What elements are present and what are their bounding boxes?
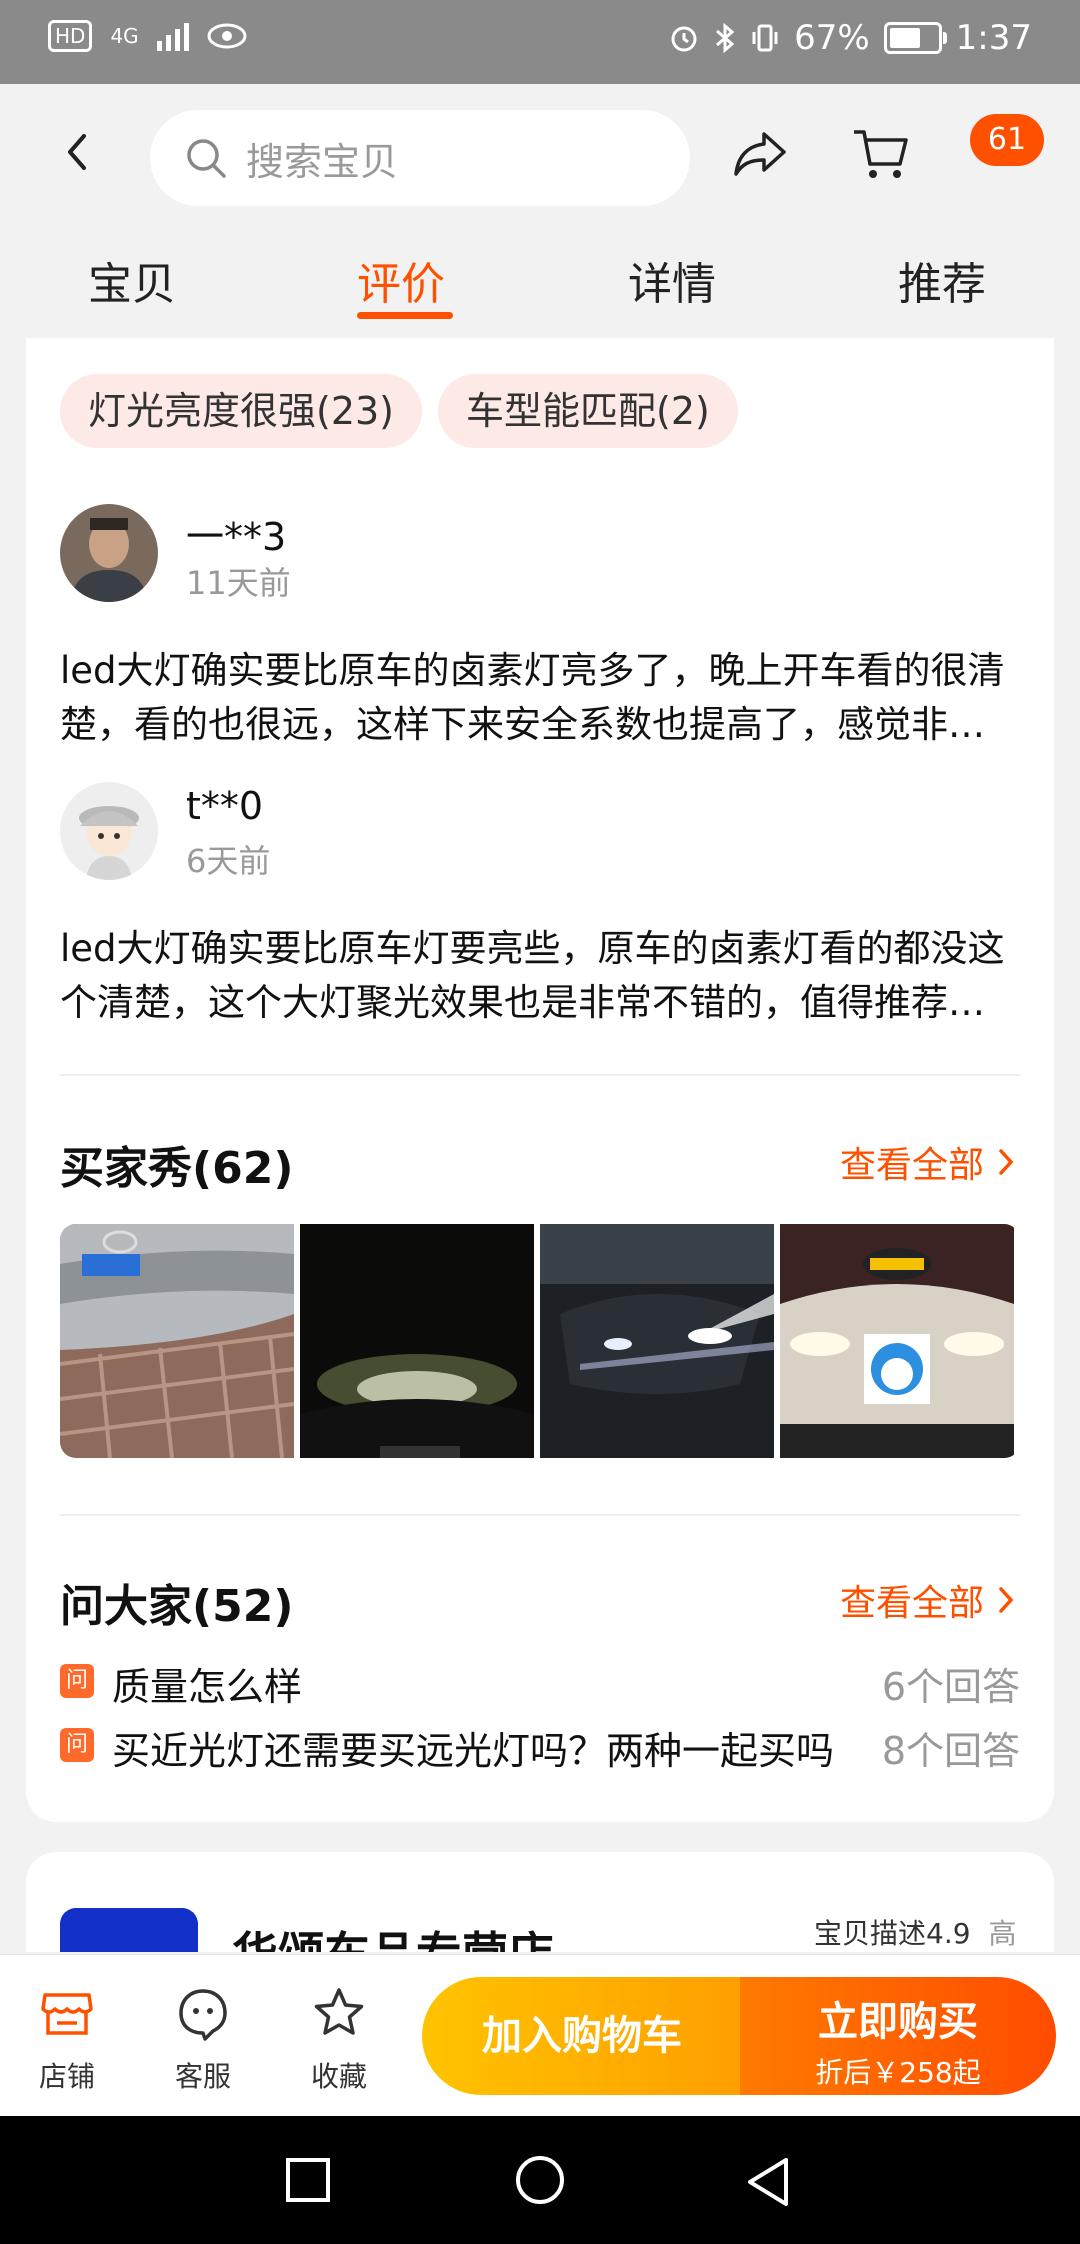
ask-title: 问大家(52) — [60, 1581, 294, 1632]
eye-icon — [207, 23, 247, 49]
favorite-button[interactable]: 收藏 — [294, 1985, 384, 2095]
network-label: 4G — [110, 24, 139, 48]
review-tag[interactable]: 车型能匹配(2) — [438, 374, 738, 448]
reviewer-name: t**0 — [186, 784, 264, 828]
shop-score-label: 宝贝描述4.9 — [814, 1917, 971, 1950]
hd-icon: HD — [48, 20, 93, 52]
share-icon[interactable] — [730, 124, 790, 184]
review-time: 6天前 — [186, 842, 271, 880]
cart-icon[interactable] — [850, 124, 910, 184]
shop-score: 宝贝描述4.9 高 — [814, 1912, 1017, 1952]
review-item[interactable]: t**0 6天前 led大灯确实要比原车灯要亮些，原车的卤素灯看的都没这个清楚，… — [60, 782, 1020, 1024]
buy-now-label: 立即购买 — [818, 1999, 978, 2045]
buyer-photo[interactable] — [300, 1224, 534, 1458]
store-label: 店铺 — [38, 2060, 95, 2093]
answer-count: 6个回答 — [881, 1665, 1020, 1709]
bluetooth-icon — [716, 22, 735, 54]
view-all-label: 查看全部 — [839, 1145, 984, 1186]
shop-logo — [60, 1908, 198, 1952]
add-to-cart-button[interactable]: 加入购物车 — [422, 1977, 742, 2095]
buyer-photos — [60, 1224, 1020, 1458]
search-icon — [187, 139, 226, 178]
avatar — [60, 782, 158, 880]
search-placeholder: 搜索宝贝 — [246, 139, 399, 184]
question-text: 买近光灯还需要买远光灯吗？两种一起买吗 — [112, 1729, 835, 1773]
question-icon: 问 — [60, 1728, 94, 1762]
buy-now-price: 折后￥258起 — [815, 2056, 981, 2089]
tab-details[interactable]: 详情 — [628, 248, 716, 312]
view-all-label: 查看全部 — [839, 1583, 984, 1624]
bottom-action-bar: 店铺 客服 收藏 加入购物车 立即购买 折后￥258起 — [0, 1954, 1080, 2117]
system-nav-bar — [0, 2116, 1080, 2244]
review-text: led大灯确实要比原车的卤素灯亮多了，晚上开车看的很清楚，看的也很远，这样下来安… — [60, 649, 1005, 746]
answer-count: 8个回答 — [881, 1729, 1020, 1773]
section-tabs: 宝贝 评价 详情 推荐 — [0, 234, 1080, 338]
store-button[interactable]: 店铺 — [22, 1985, 112, 2095]
review-tag[interactable]: 灯光亮度很强(23) — [60, 374, 423, 448]
reviewer-name: 一**3 — [186, 515, 287, 559]
back-icon[interactable] — [58, 132, 98, 172]
buyer-photo[interactable] — [540, 1224, 774, 1458]
tab-reviews[interactable]: 评价 — [357, 248, 445, 312]
star-icon — [314, 1988, 364, 2035]
battery-icon — [883, 22, 947, 54]
alarm-icon — [671, 26, 697, 52]
review-text: led大灯确实要比原车灯要亮些，原车的卤素灯看的都没这个清楚，这个大灯聚光效果也… — [60, 927, 1005, 1024]
top-bar: 搜索宝贝 61 — [0, 84, 1080, 234]
chevron-right-icon — [999, 1587, 1014, 1613]
search-input[interactable]: 搜索宝贝 — [150, 110, 690, 206]
shop-card[interactable]: 华颂车品专营店 宝贝描述4.9 高 — [26, 1852, 1054, 1952]
divider — [60, 1514, 1020, 1516]
shop-name: 华颂车品专营店 — [232, 1918, 554, 1952]
divider — [60, 1074, 1020, 1076]
review-item[interactable]: 一**3 11天前 led大灯确实要比原车的卤素灯亮多了，晚上开车看的很清楚，看… — [60, 504, 1020, 746]
buyer-photo[interactable] — [780, 1224, 1014, 1458]
home-icon[interactable] — [514, 2156, 566, 2208]
signal-icon — [156, 21, 189, 51]
clock: 1:37 — [955, 18, 1032, 58]
recents-icon[interactable] — [284, 2156, 332, 2204]
review-tags: 灯光亮度很强(23) 车型能匹配(2) — [60, 374, 738, 448]
status-bar: HD 4G 67% 1:37 — [0, 0, 1080, 84]
tab-recommend[interactable]: 推荐 — [898, 248, 986, 312]
chevron-right-icon — [999, 1149, 1014, 1175]
service-label: 客服 — [174, 2060, 231, 2093]
more-badge[interactable]: 61 — [970, 114, 1044, 166]
store-icon — [41, 1993, 93, 2035]
shop-score-level: 高 — [988, 1917, 1017, 1950]
question-item[interactable]: 问 买近光灯还需要买远光灯吗？两种一起买吗 8个回答 — [60, 1720, 1020, 1776]
question-item[interactable]: 问 质量怎么样 6个回答 — [60, 1656, 1020, 1712]
vibrate-icon — [752, 24, 778, 52]
favorite-label: 收藏 — [310, 2060, 367, 2093]
question-icon: 问 — [60, 1664, 94, 1698]
chat-icon — [179, 1989, 227, 2041]
buyer-photo[interactable] — [60, 1224, 294, 1458]
reviews-card: 灯光亮度很强(23) 车型能匹配(2) 一**3 11天前 led大灯确实要比原… — [26, 338, 1054, 1822]
question-text: 质量怎么样 — [112, 1665, 303, 1709]
buyer-show-view-all[interactable]: 查看全部 — [840, 1136, 1014, 1188]
avatar — [60, 504, 158, 602]
buy-now-button[interactable]: 立即购买 折后￥258起 — [740, 1977, 1056, 2095]
ask-view-all[interactable]: 查看全部 — [840, 1574, 1014, 1626]
back-nav-icon[interactable] — [744, 2156, 792, 2208]
buyer-show-title: 买家秀(62) — [60, 1143, 294, 1194]
service-button[interactable]: 客服 — [158, 1985, 248, 2095]
review-time: 11天前 — [186, 564, 291, 602]
battery-percent: 67% — [794, 18, 870, 58]
tab-item[interactable]: 宝贝 — [88, 248, 176, 312]
tab-underline — [357, 312, 453, 319]
